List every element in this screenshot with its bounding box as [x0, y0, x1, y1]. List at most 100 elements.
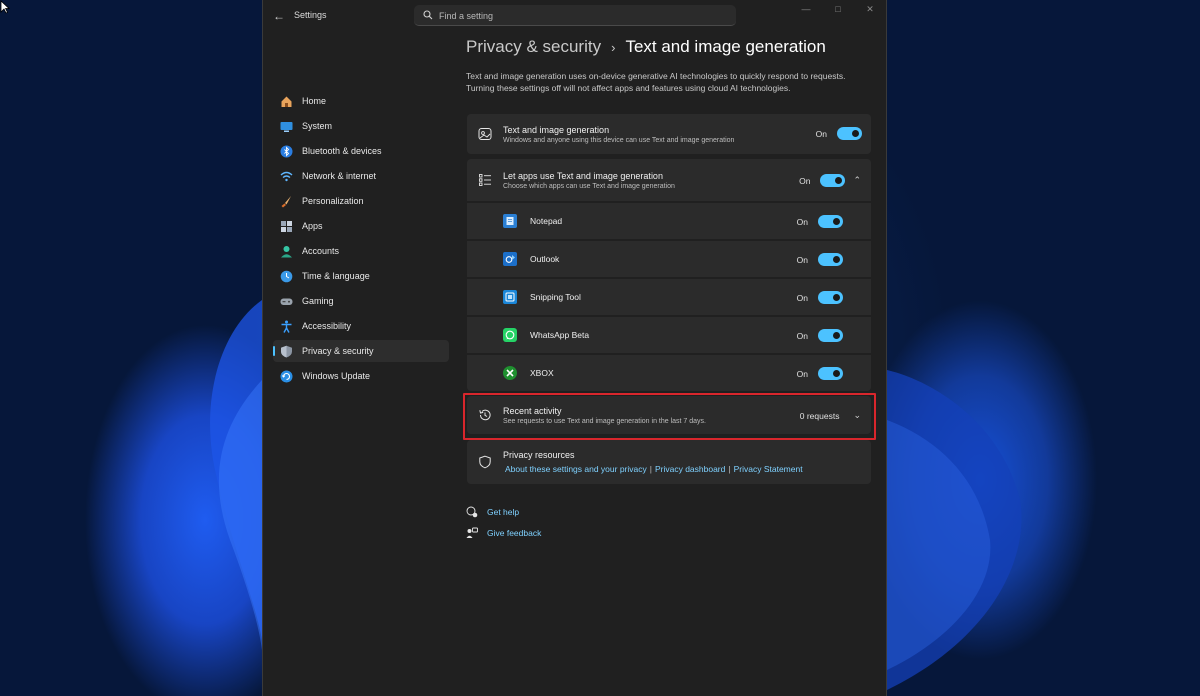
settings-window: ← Settings — □ ✕ Home System: [262, 0, 887, 696]
app-name: WhatsApp Beta: [530, 330, 590, 340]
breadcrumb: Privacy & security › Text and image genera…: [466, 37, 826, 57]
link-about-settings[interactable]: About these settings and your privacy: [505, 464, 647, 474]
outlook-toggle[interactable]: [818, 253, 843, 266]
toggle-group: On: [797, 253, 843, 266]
toggle-state-label: On: [815, 128, 827, 139]
wifi-icon: [280, 170, 293, 183]
shield-outline-icon: [479, 455, 491, 469]
toggle-state-label: On: [796, 292, 808, 303]
app-row-snipping-tool: Snipping Tool On: [467, 279, 871, 315]
sidebar-item-label: Network & internet: [302, 171, 377, 181]
globe-clock-icon: [280, 270, 293, 283]
app-row-whatsapp-beta: WhatsApp Beta On: [467, 317, 871, 353]
sidebar-item-label: Time & language: [302, 271, 370, 281]
toggle-state-label: On: [796, 330, 808, 341]
sidebar-item-label: Personalization: [302, 196, 364, 206]
sidebar-item-gaming[interactable]: Gaming: [273, 290, 449, 312]
get-help-label: Get help: [487, 507, 520, 517]
toggle-group: On: [797, 329, 843, 342]
outlook-icon: [503, 252, 517, 266]
help-chat-icon: [466, 506, 478, 518]
sidebar-item-time-language[interactable]: Time & language: [273, 265, 449, 287]
get-help-link[interactable]: Get help: [466, 506, 519, 518]
setting-title: Let apps use Text and image generation: [503, 171, 663, 181]
text-image-generation-toggle[interactable]: [837, 127, 862, 140]
whatsapp-icon: [503, 328, 517, 342]
breadcrumb-parent[interactable]: Privacy & security: [466, 37, 601, 56]
notepad-toggle[interactable]: [818, 215, 843, 228]
app-name: XBOX: [530, 368, 554, 378]
sidebar-item-network[interactable]: Network & internet: [273, 165, 449, 187]
link-separator: |: [728, 464, 731, 474]
give-feedback-link[interactable]: Give feedback: [466, 527, 541, 539]
toggle-group: On: [797, 291, 843, 304]
maximize-icon[interactable]: □: [822, 0, 854, 20]
shield-icon: [280, 345, 293, 358]
checklist-icon: [479, 174, 491, 186]
sidebar-item-personalization[interactable]: Personalization: [273, 190, 449, 212]
setting-let-apps-use[interactable]: Let apps use Text and image generation C…: [467, 159, 871, 201]
xbox-toggle[interactable]: [818, 367, 843, 380]
let-apps-toggle[interactable]: [820, 174, 846, 187]
breadcrumb-separator: ›: [611, 40, 616, 55]
update-icon: [280, 370, 293, 383]
sidebar-item-label: Home: [302, 96, 327, 106]
chevron-up-icon[interactable]: ⌃: [853, 175, 861, 186]
home-icon: [280, 95, 293, 108]
link-privacy-dashboard[interactable]: Privacy dashboard: [655, 464, 725, 474]
close-icon[interactable]: ✕: [854, 0, 886, 20]
accessibility-icon: [280, 320, 293, 333]
give-feedback-label: Give feedback: [487, 528, 542, 538]
sidebar-item-system[interactable]: System: [273, 115, 449, 137]
notepad-icon: [503, 214, 517, 228]
app-title: Settings: [294, 10, 327, 20]
back-arrow-icon[interactable]: ←: [271, 8, 287, 24]
page-title: Text and image generation: [625, 37, 826, 56]
search-input[interactable]: [439, 5, 729, 26]
minimize-icon[interactable]: —: [790, 0, 822, 20]
sidebar-item-accessibility[interactable]: Accessibility: [273, 315, 449, 337]
title-bar: ← Settings — □ ✕: [263, 0, 886, 32]
sidebar-item-home[interactable]: Home: [273, 90, 449, 112]
sidebar-item-accounts[interactable]: Accounts: [273, 240, 449, 262]
setting-subtitle: Choose which apps can use Text and image…: [503, 183, 675, 190]
snipping-tool-icon: [503, 290, 517, 304]
sidebar-item-label: Gaming: [302, 296, 334, 306]
whatsapp-beta-toggle[interactable]: [818, 329, 843, 342]
app-name: Outlook: [530, 254, 560, 264]
sidebar-item-label: Bluetooth & devices: [302, 146, 382, 156]
search-box[interactable]: [414, 5, 736, 26]
brush-icon: [280, 195, 293, 208]
sidebar-item-label: Windows Update: [302, 371, 371, 381]
toggle-group: On: [816, 127, 862, 140]
sidebar-item-windows-update[interactable]: Windows Update: [273, 365, 449, 387]
image-generation-icon: [478, 128, 492, 140]
sidebar-nav: Home System Bluetooth & devices Network …: [273, 90, 449, 390]
xbox-icon: [503, 366, 517, 380]
app-row-notepad: Notepad On: [467, 203, 871, 239]
privacy-resources: Privacy resources About these settings a…: [467, 440, 871, 484]
toggle-group: On ⌃: [799, 174, 861, 187]
bluetooth-icon: [280, 145, 293, 158]
toggle-state-label: On: [796, 216, 808, 227]
app-name: Snipping Tool: [530, 292, 581, 302]
page-description: Text and image generation uses on-device…: [466, 71, 846, 93]
sidebar-item-privacy-security[interactable]: Privacy & security: [273, 340, 449, 362]
sidebar-item-apps[interactable]: Apps: [273, 215, 449, 237]
privacy-links: About these settings and your privacy | Pr…: [505, 464, 803, 474]
app-row-outlook: Outlook On: [467, 241, 871, 277]
snipping-tool-toggle[interactable]: [818, 291, 843, 304]
window-controls: — □ ✕: [790, 0, 886, 20]
sidebar-item-label: Accounts: [302, 246, 340, 256]
setting-text-image-generation[interactable]: Text and image generation Windows and an…: [467, 114, 871, 154]
app-row-xbox: XBOX On: [467, 355, 871, 391]
mouse-cursor-icon: [0, 0, 10, 14]
sidebar-item-bluetooth[interactable]: Bluetooth & devices: [273, 140, 449, 162]
toggle-state-label: On: [796, 254, 808, 265]
toggle-state-label: On: [796, 368, 808, 379]
sidebar-item-label: Apps: [302, 221, 323, 231]
sidebar-item-label: System: [302, 121, 333, 131]
link-privacy-statement[interactable]: Privacy Statement: [734, 464, 803, 474]
app-name: Notepad: [530, 216, 563, 226]
search-icon: [423, 10, 433, 20]
